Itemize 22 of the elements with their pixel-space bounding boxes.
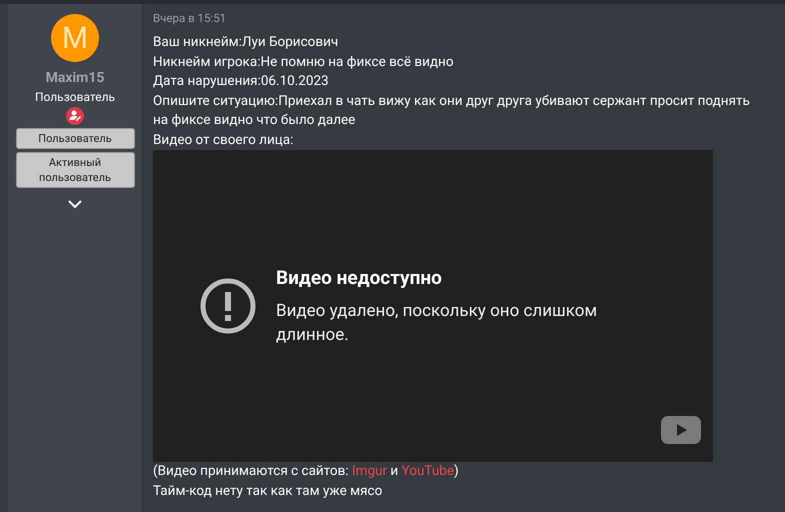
video-player[interactable]: Видео недоступно Видео удалено, поскольку оно слишком длинное.	[153, 150, 713, 462]
post-text: Тайм-код нету так как там уже мясо	[153, 482, 384, 500]
post-text: Ваш никнейм:Луи Борисович	[153, 33, 340, 52]
post-text: Никнейм игрока:Не помню на фиксе всё видно	[153, 52, 455, 72]
user-title: Пользователь	[34, 90, 116, 104]
chevron-down-icon[interactable]	[68, 200, 82, 209]
username[interactable]: Maxim15	[46, 70, 104, 86]
post-text: (Видео принимаются с сайтов: Imgur и YouTube)	[153, 462, 460, 481]
play-icon[interactable]	[661, 416, 701, 444]
warning-icon	[200, 278, 256, 334]
post-text: Опишите ситуацию:Приехал в чать вижу как они друг друга убивают сержант просит поднять	[153, 92, 751, 110]
post-text: Дата нарушения:06.10.2023	[153, 72, 330, 91]
user-banner: Пользователь	[16, 128, 134, 149]
post-text: на фиксе видно что было далее	[153, 111, 356, 130]
post-time[interactable]: Вчера в 15:51	[153, 10, 785, 26]
video-error-title: Видео недоступно	[276, 265, 443, 291]
post-text: Видео от своего лица:	[153, 130, 294, 150]
video-error-message: Видео удалено, поскольку оно слишком длинное.	[276, 300, 598, 347]
user-banner: Активный пользователь	[16, 152, 134, 188]
link[interactable]: YouTube	[402, 463, 454, 479]
link[interactable]: Imgur	[352, 463, 388, 479]
user-pen-icon	[66, 107, 84, 125]
